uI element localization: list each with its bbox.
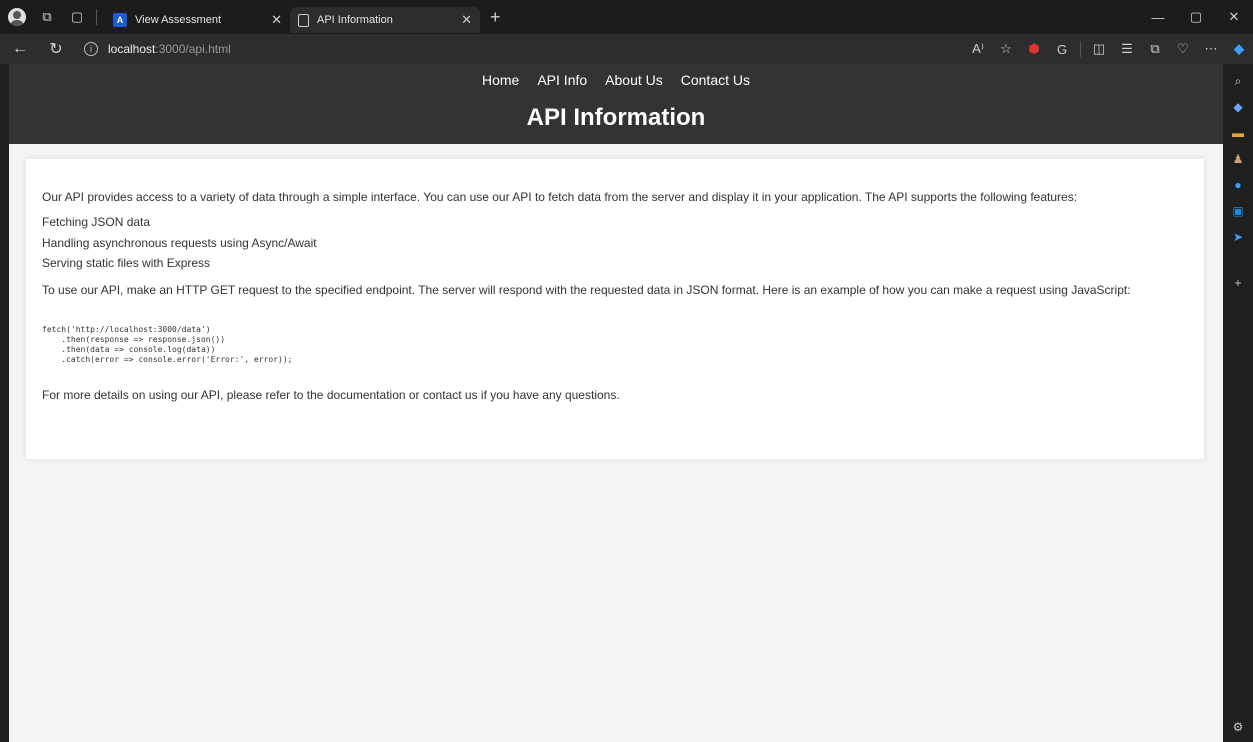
close-window-icon[interactable]: ✕ (1215, 0, 1253, 34)
browser-essentials-icon[interactable]: ♡ (1169, 35, 1197, 63)
footer-paragraph: For more details on using our API, pleas… (42, 387, 620, 402)
code-example: fetch('http://localhost:3000/data') .the… (42, 324, 293, 364)
read-aloud-icon[interactable]: A⁾ (964, 35, 992, 63)
address-bar[interactable]: i localhost:3000/api.html (84, 36, 231, 62)
tab-view-assessment[interactable]: A View Assessment ✕ (105, 7, 290, 33)
split-screen-icon[interactable]: ◫ (1085, 35, 1113, 63)
search-icon[interactable]: ⌕ (1228, 68, 1248, 94)
toolbar-separator (1080, 41, 1081, 57)
tab-label: API Information (317, 14, 393, 26)
feature-list: Fetching JSON data Handling asynchronous… (42, 214, 1188, 272)
profile-avatar-icon (8, 8, 26, 26)
copilot-sidebar-icon[interactable]: ● (1228, 172, 1248, 198)
favorite-star-icon[interactable]: ☆ (992, 35, 1020, 63)
list-item: Handling asynchronous requests using Asy… (42, 235, 317, 250)
browser-sidebar: ⌕ ◆ ▬ ♟ ● ▣ ➤ + ⚙ (1223, 64, 1253, 742)
favorites-icon[interactable]: ☰ (1113, 35, 1141, 63)
add-sidebar-app-icon[interactable]: + (1228, 270, 1248, 296)
nav-contact-us-link[interactable]: Contact Us (681, 72, 750, 88)
tab-divider (96, 9, 97, 25)
close-tab-icon[interactable]: ✕ (461, 12, 472, 28)
copilot-refresh-icon[interactable]: G (1048, 35, 1076, 63)
nav-home-link[interactable]: Home (482, 72, 519, 88)
send-icon[interactable]: ➤ (1228, 224, 1248, 250)
content-card: Our API provides access to a variety of … (26, 159, 1204, 459)
browser-toolbar: ← ↻ i localhost:3000/api.html A⁾ ☆ ⬢ G ◫… (0, 34, 1253, 64)
assessment-favicon-icon: A (113, 13, 127, 27)
refresh-icon[interactable]: ↻ (42, 35, 70, 63)
usage-paragraph: To use our API, make an HTTP GET request… (42, 283, 1131, 298)
collections-icon[interactable]: ⧉ (1141, 35, 1169, 63)
tab-api-information[interactable]: API Information ✕ (290, 7, 480, 33)
window-controls: — ▢ ✕ (1139, 0, 1253, 34)
site-header: Home API Info About Us Contact Us API In… (9, 64, 1223, 144)
site-nav: Home API Info About Us Contact Us (9, 64, 1223, 88)
more-menu-icon[interactable]: ⋯ (1197, 35, 1225, 63)
shopping-tag-icon[interactable]: ◆ (1228, 94, 1248, 120)
tab-actions-icon[interactable]: ▢ (66, 6, 88, 28)
list-item: Serving static files with Express (42, 256, 211, 271)
address-path: :3000/api.html (155, 42, 231, 56)
site-info-icon[interactable]: i (84, 42, 98, 56)
extension-icon[interactable]: ⬢ (1020, 35, 1048, 63)
page-favicon-icon (298, 13, 309, 27)
address-host: localhost (108, 42, 156, 56)
toolbar-actions: A⁾ ☆ ⬢ G ◫ ☰ ⧉ ♡ ⋯ ◆ (964, 34, 1253, 64)
outlook-icon[interactable]: ▣ (1228, 198, 1248, 224)
new-tab-icon[interactable]: + (490, 7, 501, 28)
minimize-icon[interactable]: — (1139, 0, 1177, 34)
nav-about-us-link[interactable]: About Us (605, 72, 663, 88)
tools-icon[interactable]: ▬ (1228, 120, 1248, 146)
page-title: API Information (526, 104, 706, 131)
browser-tab-bar: ⧉ ▢ A View Assessment ✕ API Information … (0, 0, 1253, 34)
page-viewport: Home API Info About Us Contact Us API In… (9, 64, 1223, 742)
games-icon[interactable]: ♟ (1228, 146, 1248, 172)
profile-button[interactable] (4, 6, 26, 28)
workspaces-icon[interactable]: ⧉ (36, 6, 58, 28)
tab-label: View Assessment (135, 14, 222, 26)
restore-icon[interactable]: ▢ (1177, 0, 1215, 34)
nav-api-info-link[interactable]: API Info (537, 72, 587, 88)
close-tab-icon[interactable]: ✕ (271, 12, 282, 28)
list-item: Fetching JSON data (42, 214, 151, 229)
back-icon[interactable]: ← (6, 35, 34, 63)
copilot-icon[interactable]: ◆ (1225, 35, 1253, 63)
settings-gear-icon[interactable]: ⚙ (1228, 714, 1248, 740)
intro-paragraph: Our API provides access to a variety of … (42, 190, 1078, 204)
